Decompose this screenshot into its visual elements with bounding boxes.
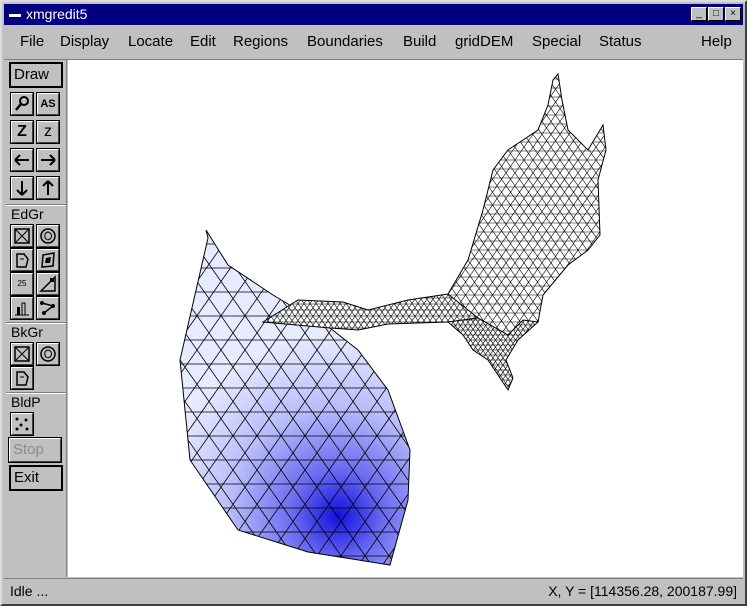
zoom-in-button[interactable]: Z [10,120,34,144]
exit-button[interactable]: Exit [9,465,63,491]
bldp-points-button[interactable] [10,412,34,436]
boundary-icon [40,228,56,244]
title-bar[interactable]: xmgredit5 _ □ × [4,4,743,25]
bay-mesh-lines [180,230,410,565]
menu-build[interactable]: Build [403,33,436,50]
magnifier-icon [15,96,29,111]
arrow-down-icon [16,181,28,196]
cross-box-icon [14,346,30,362]
menu-file[interactable]: File [20,33,44,50]
stop-button[interactable]: Stop [8,437,62,463]
histogram-icon [15,302,29,316]
pan-up-button[interactable] [36,176,60,200]
edgr-contour-button[interactable] [36,248,60,272]
menu-display[interactable]: Display [60,33,109,50]
status-text: Idle ... [10,583,49,599]
arrow-right-icon [41,154,56,166]
tool-panel: Draw AS Z z EdGr 25 BkGr BldP Stop Exit [6,59,67,577]
edgr-boundary-button[interactable] [36,224,60,248]
bldp-section-label: BldP [11,394,41,410]
edgr-toggle-button[interactable] [10,224,34,248]
bkgr-boundary-button[interactable] [36,342,60,366]
bkgr-toggle-button[interactable] [10,342,34,366]
autoscale-button[interactable]: AS [36,92,60,116]
menu-boundaries[interactable]: Boundaries [307,33,383,50]
arrow-up-icon [42,180,54,195]
edgr-nodes-button[interactable] [36,296,60,320]
pan-left-button[interactable] [10,148,34,172]
minimize-button[interactable]: _ [691,7,707,21]
bay-region [179,229,411,566]
menu-griddem[interactable]: gridDEM [455,33,513,50]
values-icon: 25 [17,279,27,288]
menu-status[interactable]: Status [599,33,642,50]
zoom-box-button[interactable] [10,92,34,116]
autoscale-icon: AS [40,98,56,110]
menu-special[interactable]: Special [532,33,581,50]
contour-icon [41,252,55,268]
close-button[interactable]: × [725,7,741,21]
cross-box-icon [14,228,30,244]
window-title: xmgredit5 [26,6,88,22]
boundary-icon [40,346,56,362]
status-bar: Idle ... X, Y = [114356.28, 200187.99] [4,578,743,603]
maximize-button[interactable]: □ [708,7,724,21]
drawing-canvas[interactable] [68,60,743,577]
dots-icon [15,417,29,431]
menu-bar: File Display Locate Edit Regions Boundar… [4,27,743,60]
edgr-histogram-button[interactable] [10,296,34,320]
pan-right-button[interactable] [36,148,60,172]
edgr-slope-button[interactable] [36,272,60,296]
grid-mesh[interactable] [68,60,743,577]
menu-help[interactable]: Help [701,33,732,50]
edgr-fill-button[interactable] [10,248,34,272]
menu-locate[interactable]: Locate [128,33,173,50]
pan-down-button[interactable] [10,176,34,200]
bkgr-fill-button[interactable] [10,366,34,390]
arrow-left-icon [14,154,29,166]
slope-icon [39,275,56,292]
draw-button[interactable]: Draw [9,62,63,88]
coordinate-readout: X, Y = [114356.28, 200187.99] [548,583,737,599]
window-menu-icon[interactable] [4,4,25,25]
menu-regions[interactable]: Regions [233,33,288,50]
zoom-out-button[interactable]: z [36,120,60,144]
fill-shape-icon [16,253,29,268]
bkgr-section-label: BkGr [11,324,43,340]
node-graph-icon [40,301,55,315]
menu-edit[interactable]: Edit [190,33,216,50]
edgr-values-button[interactable]: 25 [10,272,34,296]
app-window: xmgredit5 _ □ × File Display Locate Edit… [0,0,747,606]
edgr-section-label: EdGr [11,206,44,222]
fill-shape-icon [16,371,29,386]
